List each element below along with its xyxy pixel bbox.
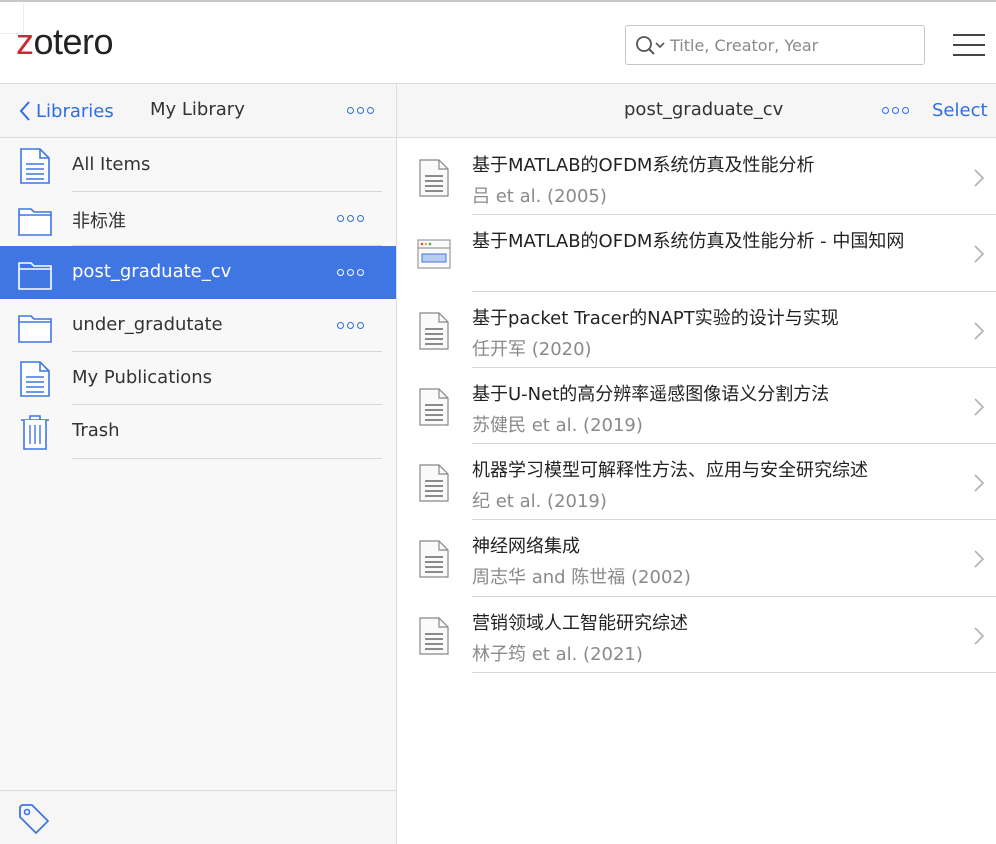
collection-label: post_graduate_cv (72, 260, 232, 282)
item-creator: 吕 et al. (2005) (472, 186, 607, 207)
item-title: 机器学习模型可解释性方法、应用与安全研究综述 (472, 460, 868, 482)
document-icon (419, 617, 449, 655)
collection-under-gradutate[interactable]: under_gradutate (0, 299, 396, 353)
chevron-right-icon (974, 245, 985, 263)
collection-options-icon[interactable] (882, 107, 909, 114)
libraries-back-label: Libraries (36, 100, 114, 122)
document-icon (419, 159, 449, 197)
collection-options-icon[interactable] (337, 215, 364, 223)
list-item[interactable]: 基于MATLAB的OFDM系统仿真及性能分析 - 中国知网 (397, 215, 996, 292)
item-creator: 周志华 and 陈世福 (2002) (472, 567, 691, 589)
zotero-logo: zotero (16, 21, 114, 62)
item-title: 基于U-Net的高分辨率遥感图像语义分割方法 (472, 383, 830, 405)
collection-my-publications[interactable]: My Publications (0, 352, 396, 406)
list-item[interactable]: 营销领域人工智能研究综述 林子筠 et al. (2021) (397, 597, 996, 674)
item-title: 基于MATLAB的OFDM系统仿真及性能分析 (472, 155, 815, 176)
chevron-right-icon (974, 169, 985, 187)
collection-options-icon[interactable] (337, 321, 364, 329)
hamburger-menu-icon[interactable] (953, 32, 985, 58)
document-icon (419, 388, 449, 426)
select-button[interactable]: Select (932, 100, 988, 121)
top-bar: zotero (0, 0, 996, 84)
collection-trash[interactable]: Trash (0, 405, 396, 459)
list-item[interactable]: 基于MATLAB的OFDM系统仿真及性能分析 吕 et al. (2005) (397, 139, 996, 216)
list-item[interactable]: 基于packet Tracer的NAPT实验的设计与实现 任开军 (2020) (397, 292, 996, 368)
item-creator: 纪 et al. (2019) (472, 491, 607, 513)
item-creator: 苏健民 et al. (2019) (472, 414, 643, 436)
library-title: My Library (150, 99, 245, 120)
collection-label: My Publications (72, 367, 213, 389)
item-title: 营销领域人工智能研究综述 (472, 612, 688, 634)
items-pane: post_graduate_cv Select 基于MATLAB的OFDM系统仿… (397, 84, 996, 844)
collection-label: Trash (72, 420, 120, 442)
tag-selector-bar (0, 790, 396, 844)
libraries-back-button[interactable]: Libraries (18, 98, 114, 124)
collection-post-graduate-cv[interactable]: post_graduate_cv (0, 245, 396, 299)
search-input[interactable] (670, 32, 918, 58)
item-title: 神经网络集成 (472, 536, 580, 558)
chevron-right-icon (974, 550, 985, 569)
folder-icon (18, 261, 52, 290)
webpage-icon (417, 239, 451, 269)
item-list: 基于MATLAB的OFDM系统仿真及性能分析 吕 et al. (2005) 基… (397, 139, 996, 674)
chevron-right-icon (974, 398, 985, 416)
item-title: 基于MATLAB的OFDM系统仿真及性能分析 - 中国知网 (472, 231, 905, 253)
collection-label: All Items (72, 154, 151, 175)
items-header: post_graduate_cv Select (397, 84, 996, 138)
folder-icon (18, 315, 52, 343)
search-icon[interactable] (635, 35, 665, 57)
item-creator: 林子筠 et al. (2021) (472, 643, 643, 665)
collection-fei-biao-zhun[interactable]: 非标准 (0, 192, 396, 246)
item-creator: 任开军 (2020) (472, 338, 592, 360)
chevron-right-icon (974, 627, 985, 645)
document-icon (20, 361, 50, 397)
chevron-right-icon (974, 474, 985, 492)
document-icon (419, 311, 449, 350)
collection-list: All Items 非标准 post_graduate_cv under_gra… (0, 139, 396, 459)
chevron-right-icon (974, 322, 985, 340)
folder-icon (18, 208, 52, 237)
search-box[interactable] (625, 25, 925, 65)
list-item[interactable]: 机器学习模型可解释性方法、应用与安全研究综述 纪 et al. (2019) (397, 444, 996, 521)
item-title: 基于packet Tracer的NAPT实验的设计与实现 (472, 307, 839, 329)
collection-label: under_gradutate (72, 313, 223, 335)
collection-all-items[interactable]: All Items (0, 139, 396, 193)
collection-label: 非标准 (72, 211, 126, 233)
list-item[interactable]: 神经网络集成 周志华 and 陈世福 (2002) (397, 520, 996, 597)
document-icon (419, 464, 449, 502)
document-icon (419, 540, 449, 579)
document-icon (20, 148, 50, 184)
list-item[interactable]: 基于U-Net的高分辨率遥感图像语义分割方法 苏健民 et al. (2019) (397, 368, 996, 445)
collections-header: Libraries My Library (0, 84, 396, 138)
collections-pane: Libraries My Library All Items 非标准 post_… (0, 84, 397, 844)
trash-icon (21, 415, 49, 451)
tag-icon[interactable] (18, 803, 50, 835)
library-options-icon[interactable] (347, 107, 374, 114)
collection-title: post_graduate_cv (624, 99, 784, 120)
chevron-left-icon (19, 101, 30, 121)
collection-options-icon[interactable] (337, 268, 364, 276)
